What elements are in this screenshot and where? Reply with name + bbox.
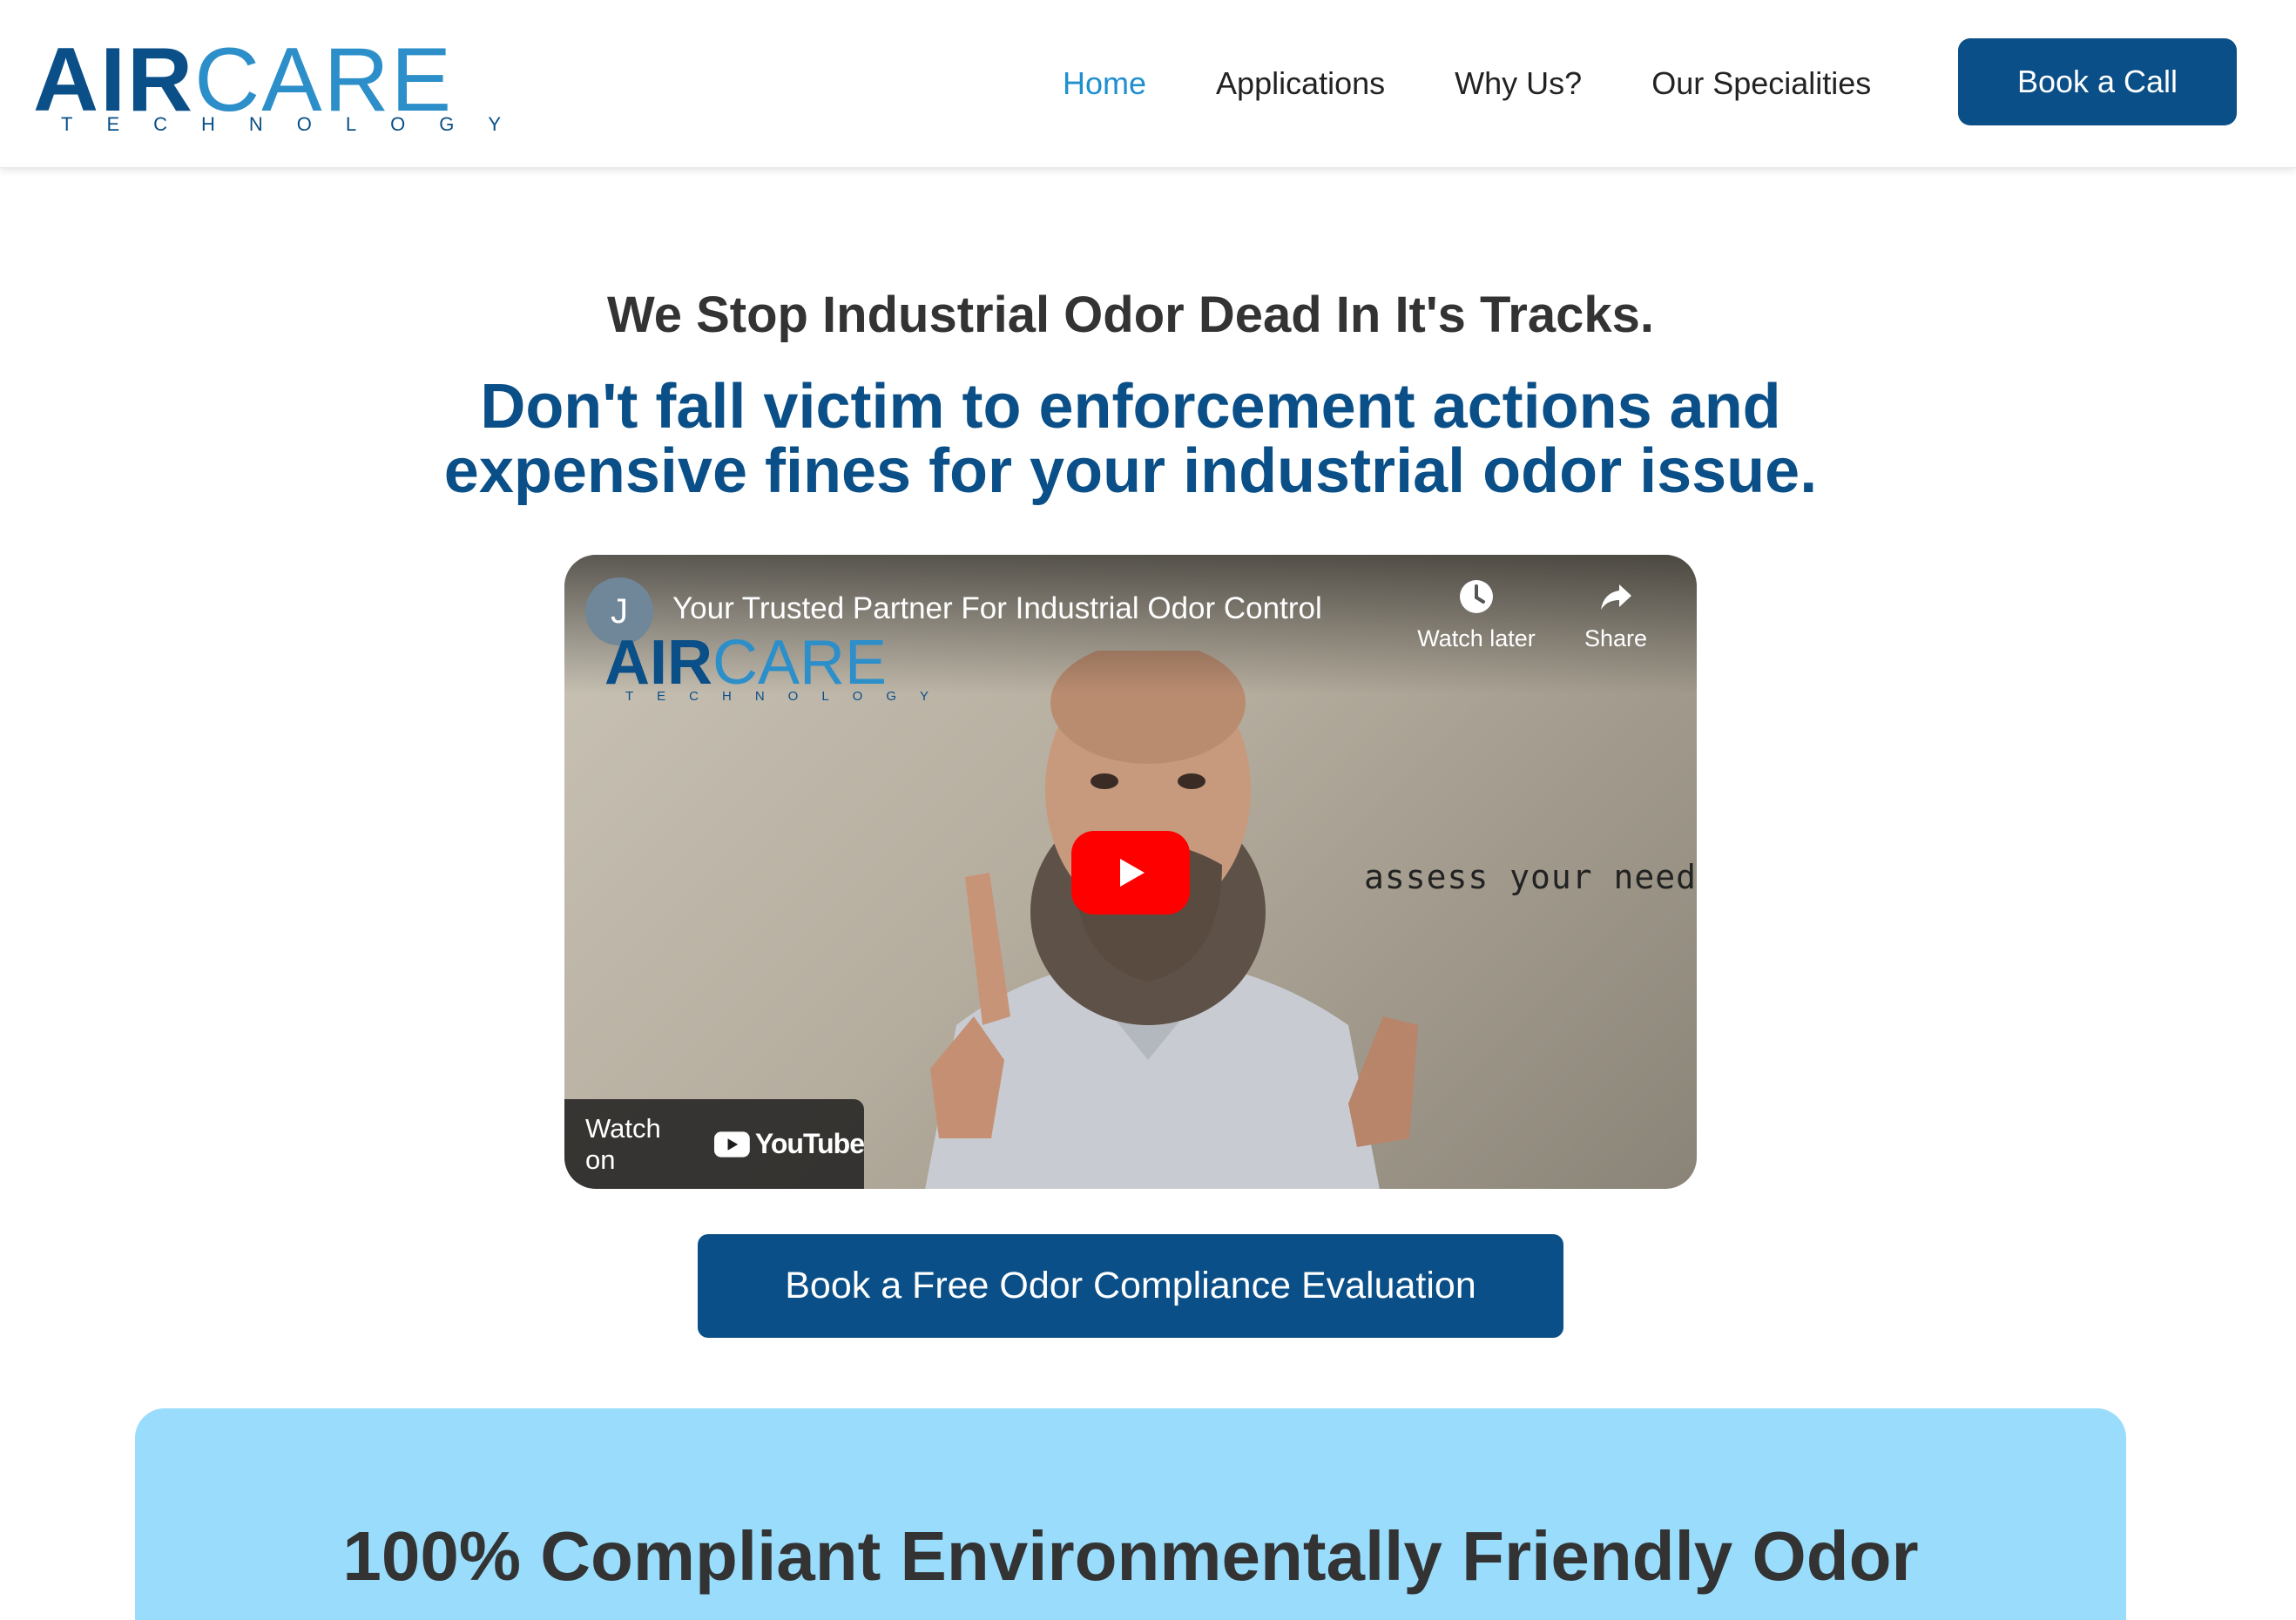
nav-applications[interactable]: Applications [1216,65,1385,102]
book-a-call-button[interactable]: Book a Call [1958,38,2237,125]
video-title[interactable]: Your Trusted Partner For Industrial Odor… [672,591,1322,626]
play-icon [1120,859,1145,887]
clock-icon [1460,580,1493,613]
watch-later-button[interactable]: Watch later [1411,577,1542,652]
logo-tagline: TECHNOLOGY [61,113,536,135]
share-button[interactable]: Share [1577,577,1655,652]
play-button[interactable] [1071,831,1190,915]
watermark-tagline: TECHNOLOGY [625,689,953,704]
nav-home[interactable]: Home [1063,65,1146,102]
video-watermark-logo: AIRCARE TECHNOLOGY [604,631,929,710]
youtube-video-embed[interactable]: J Your Trusted Partner For Industrial Od… [564,555,1697,1189]
nav-our-specialities[interactable]: Our Specialities [1651,65,1871,102]
youtube-wordmark: YouTube [754,1128,865,1159]
nav-why-us[interactable]: Why Us? [1455,65,1582,102]
watch-on-youtube-button[interactable]: Watch on YouTube [564,1099,865,1189]
watermark-care-text: CARE [712,628,888,698]
compliance-section: 100% Compliant Environmentally Friendly … [135,1408,2126,1620]
hero-subheadline: Don't fall victim to enforcement actions… [443,372,1818,506]
main-nav: Home Applications Why Us? Our Specialiti… [1063,57,1871,110]
watermark-wordmark: AIRCARE [604,631,887,694]
site-header: AIRCARE TECHNOLOGY Home Applications Why… [0,0,2296,168]
watermark-air-text: AIR [604,628,712,698]
watch-on-label: Watch on [585,1112,661,1175]
free-evaluation-button[interactable]: Book a Free Odor Compliance Evaluation [698,1234,1563,1338]
logo-wordmark: AIRCARE [33,35,453,125]
aircare-logo[interactable]: AIRCARE TECHNOLOGY [33,35,501,135]
watch-later-label: Watch later [1417,625,1536,651]
youtube-logo-icon [714,1131,750,1158]
hero-headline: We Stop Industrial Odor Dead In It's Tra… [607,287,1654,343]
share-arrow-icon [1601,584,1631,610]
presenter-image [925,651,1418,1189]
share-label: Share [1584,625,1648,651]
video-caption: assess your needs [1364,858,1697,896]
compliance-section-title: 100% Compliant Environmentally Friendly … [342,1517,1919,1595]
